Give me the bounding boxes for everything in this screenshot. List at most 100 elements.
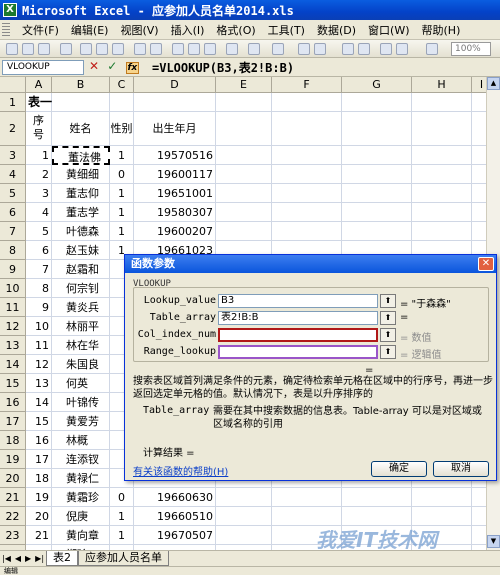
zoom-icon[interactable] [426,43,438,55]
table-cell[interactable]: 19570516 [134,146,216,165]
table-cell[interactable] [134,93,216,112]
table-cell[interactable]: 6 [26,241,52,260]
table-cell[interactable]: 董志学 [52,203,110,222]
table-cell[interactable]: 7 [26,260,52,279]
table-cell[interactable]: 11 [26,336,52,355]
table-cell[interactable]: 黄向章 [52,526,110,545]
table-cell[interactable] [216,93,272,112]
row-header[interactable]: 18 [0,431,26,450]
col-header-b[interactable]: B [52,77,110,93]
table-cell[interactable]: 赵霜和 [52,260,110,279]
autosum-icon[interactable] [314,43,326,55]
name-box[interactable]: VLOOKUP [2,60,84,75]
table-cell[interactable]: 19580307 [134,203,216,222]
table-cell[interactable]: 1 [110,146,134,165]
table-cell[interactable]: 黄爱芳 [52,412,110,431]
row-header[interactable]: 4 [0,165,26,184]
menu-insert[interactable]: 插入(I) [165,22,211,38]
row-header[interactable]: 11 [0,298,26,317]
table-cell[interactable] [412,165,472,184]
formula-input[interactable]: =VLOOKUP(B3,表2!B:B) [152,59,294,76]
collapse-dialog-icon[interactable]: ⬆ [380,294,396,308]
cancel-icon[interactable]: ✕ [89,59,99,73]
row-header[interactable]: 23 [0,526,26,545]
table-cell[interactable] [272,203,342,222]
table-cell[interactable]: 9 [26,298,52,317]
new-icon[interactable] [6,43,18,55]
table-cell[interactable]: 19660630 [134,488,216,507]
table-cell[interactable]: 赵玉妹 [52,241,110,260]
table-cell[interactable]: 12 [26,355,52,374]
table-cell[interactable] [342,184,412,203]
table-cell[interactable] [216,165,272,184]
select-all-corner[interactable] [0,77,26,93]
format-painter-icon[interactable] [226,43,238,55]
table-cell[interactable] [216,507,272,526]
table-cell[interactable]: 2 [26,165,52,184]
range-lookup-input[interactable] [218,345,378,359]
collapse-dialog-icon[interactable]: ⬆ [380,311,396,325]
table-cell[interactable] [412,488,472,507]
table-cell[interactable]: 5 [26,222,52,241]
row-header[interactable]: 13 [0,336,26,355]
table-cell[interactable] [342,165,412,184]
table-cell[interactable] [216,146,272,165]
table-cell[interactable]: 朱国良 [52,355,110,374]
table-cell[interactable]: 性别 [110,112,134,146]
table-cell[interactable]: 0 [110,488,134,507]
sort-ascending-icon[interactable] [342,43,354,55]
sheet-tab-active[interactable]: 表2 [46,551,79,566]
col-header-e[interactable]: E [216,77,272,93]
research-icon[interactable] [150,43,162,55]
save-icon[interactable] [38,43,50,55]
scroll-down-icon[interactable]: ▼ [487,535,500,548]
table-cell[interactable]: 黄禄仁 [52,469,110,488]
menu-view[interactable]: 视图(V) [114,22,164,38]
table-cell[interactable]: 连添钗 [52,450,110,469]
close-icon[interactable]: ✕ [478,257,494,271]
table-cell[interactable]: 4 [26,203,52,222]
row-header[interactable]: 21 [0,488,26,507]
table-cell[interactable] [216,203,272,222]
table-cell[interactable] [272,146,342,165]
table-cell[interactable]: 1 [110,507,134,526]
col-header-g[interactable]: G [342,77,412,93]
print-preview-icon[interactable] [112,43,124,55]
table-cell[interactable]: 叶锦传 [52,393,110,412]
menu-edit[interactable]: 编辑(E) [65,22,115,38]
email-icon[interactable] [80,43,92,55]
table-cell[interactable] [412,222,472,241]
redo-icon[interactable] [272,43,284,55]
menu-tools[interactable]: 工具(T) [262,22,311,38]
table-cell[interactable] [216,526,272,545]
table-cell[interactable]: 董志仰 [52,184,110,203]
menu-window[interactable]: 窗口(W) [362,22,415,38]
row-header[interactable]: 7 [0,222,26,241]
table-cell[interactable]: 1 [110,184,134,203]
table-array-input[interactable]: 表2!B:B [218,311,378,325]
row-header[interactable]: 2 [0,112,26,146]
table-cell[interactable] [272,93,342,112]
table-cell[interactable]: 黄霜珍 [52,488,110,507]
permission-icon[interactable] [60,43,72,55]
table-cell[interactable] [412,93,472,112]
row-header[interactable]: 1 [0,93,26,112]
table-cell[interactable]: 黄细细 [52,165,110,184]
spelling-icon[interactable] [134,43,146,55]
table-cell[interactable]: 19600117 [134,165,216,184]
table-cell[interactable]: 1 [26,146,52,165]
table-cell[interactable]: 何宗钊 [52,279,110,298]
table-cell[interactable] [412,184,472,203]
table-cell[interactable]: 何英 [52,374,110,393]
table-cell[interactable] [272,222,342,241]
table-cell[interactable]: 出生年月 [134,112,216,146]
first-sheet-icon[interactable]: |◀ [0,554,13,563]
menu-format[interactable]: 格式(O) [210,22,261,38]
row-header[interactable]: 6 [0,203,26,222]
row-header[interactable]: 15 [0,374,26,393]
prev-sheet-icon[interactable]: ◀ [13,554,23,563]
col-index-num-input[interactable] [218,328,378,342]
drawing-icon[interactable] [396,43,408,55]
table-cell[interactable]: 13 [26,374,52,393]
table-cell[interactable] [412,146,472,165]
